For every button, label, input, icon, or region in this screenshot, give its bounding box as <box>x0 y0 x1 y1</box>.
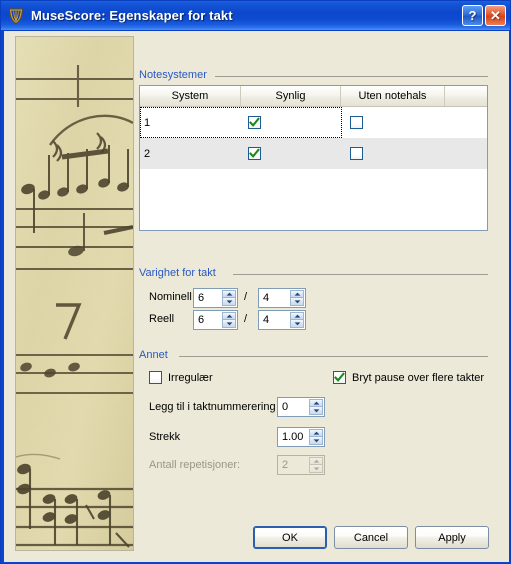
stepper-up-icon[interactable] <box>309 399 323 407</box>
stepper-up-icon[interactable] <box>222 290 236 298</box>
stepper-up-icon[interactable] <box>222 312 236 320</box>
actual-numerator-stepper[interactable] <box>222 312 236 328</box>
table-row[interactable]: 2 <box>140 138 487 169</box>
repeat-count-spinbox: 2 <box>277 455 325 475</box>
actual-denominator-stepper[interactable] <box>290 312 304 328</box>
actual-numerator-value[interactable]: 6 <box>194 311 222 329</box>
staves-group: Notesystemer System Synlig Uten notehals… <box>139 69 488 233</box>
nominal-numerator-spinbox[interactable]: 6 <box>193 288 238 308</box>
other-group-label: Annet <box>139 349 172 361</box>
repeat-count-stepper <box>309 457 323 473</box>
stepper-down-icon[interactable] <box>222 298 236 306</box>
column-header-system[interactable]: System <box>140 86 241 106</box>
nominal-denominator-value[interactable]: 4 <box>259 289 290 307</box>
column-header-stemless[interactable]: Uten notehals <box>341 86 445 106</box>
visible-checkbox[interactable] <box>248 116 261 129</box>
stepper-down-icon[interactable] <box>309 407 323 415</box>
duration-group-label: Varighet for takt <box>139 267 220 279</box>
other-group: Annet Irregulær Bryt pause over flere ta… <box>139 349 488 479</box>
title-bar[interactable]: MuseScore: Egenskaper for takt ? ✕ <box>1 1 510 31</box>
stemless-checkbox[interactable] <box>350 147 363 160</box>
column-header-visible[interactable]: Synlig <box>241 86 341 106</box>
staves-group-label: Notesystemer <box>139 69 211 81</box>
stepper-down-icon[interactable] <box>222 320 236 328</box>
other-group-rule <box>179 356 488 357</box>
stepper-down-icon[interactable] <box>290 320 304 328</box>
window-title: MuseScore: Egenskaper for takt <box>31 8 233 23</box>
stepper-up-icon[interactable] <box>290 290 304 298</box>
stepper-down-icon <box>309 465 323 473</box>
help-button[interactable]: ? <box>462 5 483 26</box>
nominal-separator: / <box>244 291 248 303</box>
actual-numerator-spinbox[interactable]: 6 <box>193 310 238 330</box>
duration-group-rule <box>233 274 488 275</box>
checkmark-icon <box>334 372 345 382</box>
nominal-numerator-value[interactable]: 6 <box>194 289 222 307</box>
cell-blank[interactable] <box>445 138 486 169</box>
break-multimeasure-checkbox[interactable] <box>333 371 346 384</box>
stepper-up-icon <box>309 457 323 465</box>
visible-checkbox[interactable] <box>248 147 261 160</box>
close-button[interactable]: ✕ <box>485 5 506 26</box>
cell-visible[interactable] <box>241 107 341 138</box>
add-to-numbering-stepper[interactable] <box>309 399 323 415</box>
stretch-label: Strekk <box>149 431 181 443</box>
nominal-label: Nominell <box>149 291 192 303</box>
apply-button[interactable]: Apply <box>415 526 489 549</box>
stretch-stepper[interactable] <box>309 429 323 445</box>
actual-denominator-value[interactable]: 4 <box>259 311 290 329</box>
dialog-body: Notesystemer System Synlig Uten notehals… <box>4 31 509 562</box>
duration-group: Varighet for takt Nominell 6 / 4 Reell 6… <box>139 267 488 337</box>
apply-button-label: Apply <box>438 531 466 544</box>
musescore-lyre-icon <box>8 8 24 24</box>
dialog-window: MuseScore: Egenskaper for takt ? ✕ Notes… <box>0 0 511 564</box>
sheet-music-preview <box>15 36 134 551</box>
stepper-up-icon[interactable] <box>309 429 323 437</box>
actual-denominator-spinbox[interactable]: 4 <box>258 310 306 330</box>
irregular-checkbox[interactable] <box>149 371 162 384</box>
cell-stemless[interactable] <box>341 107 445 138</box>
staves-table[interactable]: System Synlig Uten notehals 1 2 <box>139 85 488 231</box>
repeat-count-label: Antall repetisjoner: <box>149 459 241 471</box>
repeat-count-value: 2 <box>282 459 289 471</box>
stretch-spinbox[interactable]: 1.00 <box>277 427 325 447</box>
stemless-checkbox[interactable] <box>350 116 363 129</box>
nominal-denominator-spinbox[interactable]: 4 <box>258 288 306 308</box>
actual-label: Reell <box>149 313 175 325</box>
add-to-numbering-value[interactable]: 0 <box>278 398 309 416</box>
nominal-numerator-stepper[interactable] <box>222 290 236 306</box>
cell-visible[interactable] <box>241 138 341 169</box>
close-button-label: ✕ <box>490 8 501 23</box>
ok-button-label: OK <box>282 531 298 544</box>
checkmark-icon <box>249 148 260 158</box>
staves-table-header: System Synlig Uten notehals <box>140 86 487 107</box>
staves-group-rule <box>215 76 488 77</box>
cell-system[interactable]: 1 <box>140 107 241 138</box>
cell-stemless[interactable] <box>341 138 445 169</box>
column-header-blank[interactable] <box>445 86 486 106</box>
sheet-music-image <box>16 37 133 550</box>
break-multimeasure-label: Bryt pause over flere takter <box>352 371 485 384</box>
ok-button[interactable]: OK <box>253 526 327 549</box>
irregular-checkbox-row[interactable]: Irregulær <box>149 371 213 384</box>
nominal-denominator-stepper[interactable] <box>290 290 304 306</box>
cancel-button-label: Cancel <box>353 531 389 544</box>
add-to-numbering-spinbox[interactable]: 0 <box>277 397 325 417</box>
break-multimeasure-checkbox-row[interactable]: Bryt pause over flere takter <box>333 371 484 384</box>
stepper-down-icon[interactable] <box>309 437 323 445</box>
stepper-down-icon[interactable] <box>290 298 304 306</box>
checkmark-icon <box>249 117 260 127</box>
table-row[interactable]: 1 <box>140 107 487 138</box>
cell-blank[interactable] <box>445 107 486 138</box>
stepper-up-icon[interactable] <box>290 312 304 320</box>
stretch-value[interactable]: 1.00 <box>278 428 309 446</box>
cancel-button[interactable]: Cancel <box>334 526 408 549</box>
irregular-label: Irregulær <box>168 371 213 384</box>
add-to-numbering-label: Legg til i taktnummerering <box>149 401 276 413</box>
help-button-label: ? <box>468 8 477 23</box>
actual-separator: / <box>244 313 248 325</box>
cell-system[interactable]: 2 <box>140 138 241 169</box>
